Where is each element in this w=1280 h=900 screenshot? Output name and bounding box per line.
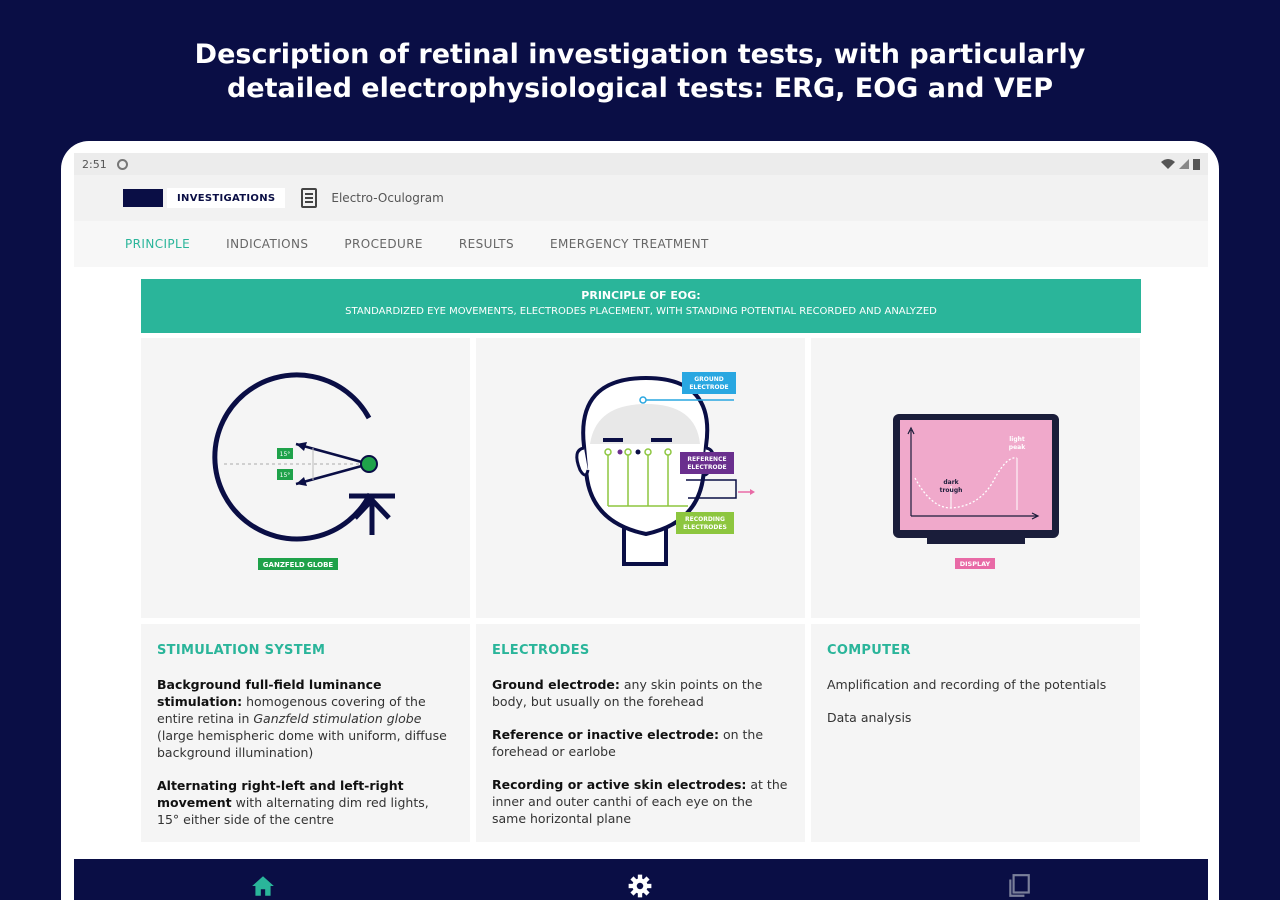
display-diagram: light peak dark trough DISPLAY bbox=[893, 414, 1059, 569]
brand-logo bbox=[123, 189, 163, 207]
tab-principle[interactable]: PRINCIPLE bbox=[125, 237, 190, 251]
stimulation-paragraph-2: Alternating right-left and left-right mo… bbox=[157, 777, 454, 828]
principle-grid: 15° 15° GANZFELD GLOBE GROUND ELECTRODE … bbox=[141, 338, 1141, 842]
tab-indications[interactable]: INDICATIONS bbox=[226, 237, 308, 251]
light-peak-label-1: light bbox=[1009, 436, 1025, 443]
head-diagram: GROUND ELECTRODE REFERENCE ELECTRODE REC… bbox=[575, 372, 755, 566]
signal-icon bbox=[1179, 159, 1189, 169]
document-icon bbox=[301, 188, 318, 208]
ground-label-1: GROUND bbox=[694, 376, 724, 383]
recording-label-2: ELECTRODES bbox=[683, 524, 727, 531]
globe-diagram: 15° 15° GANZFELD GLOBE bbox=[212, 372, 395, 570]
light-peak-label-2: peak bbox=[1009, 444, 1026, 451]
home-icon[interactable] bbox=[250, 873, 276, 899]
battery-icon bbox=[1193, 159, 1200, 170]
globe-caption: GANZFELD GLOBE bbox=[263, 561, 334, 569]
ground-label-2: ELECTRODE bbox=[689, 384, 728, 391]
electrodes-term-1: Ground electrode: bbox=[492, 677, 620, 692]
computer-paragraph-1: Amplification and recording of the poten… bbox=[827, 677, 1107, 692]
reference-label-2: ELECTRODE bbox=[687, 464, 726, 471]
gear-icon[interactable] bbox=[627, 873, 653, 899]
stimulation-italic: Ganzfeld stimulation globe bbox=[253, 711, 422, 726]
stimulation-paragraph-1: Background full-field luminance stimulat… bbox=[157, 676, 454, 761]
headline-line-1: Description of retinal investigation tes… bbox=[194, 39, 1086, 70]
display-illustration: light peak dark trough DISPLAY bbox=[811, 338, 1140, 618]
stimulation-heading: STIMULATION SYSTEM bbox=[157, 643, 326, 658]
app-screen: 2:51 INVESTIGATIONS Electro-Oculogram PR… bbox=[74, 153, 1208, 900]
electrodes-paragraph-2: Reference or inactive electrode: on the … bbox=[492, 726, 789, 760]
tab-emergency-treatment[interactable]: EMERGENCY TREATMENT bbox=[550, 237, 709, 251]
banner-subtitle: STANDARDIZED EYE MOVEMENTS, ELECTRODES P… bbox=[345, 306, 937, 317]
marketing-headline: Description of retinal investigation tes… bbox=[0, 38, 1280, 106]
globe-illustration: 15° 15° GANZFELD GLOBE bbox=[141, 338, 470, 618]
computer-paragraph-2: Data analysis bbox=[827, 710, 912, 725]
tab-bar: PRINCIPLE INDICATIONS PROCEDURE RESULTS … bbox=[74, 221, 1208, 267]
tab-procedure[interactable]: PROCEDURE bbox=[344, 237, 423, 251]
principle-banner: PRINCIPLE OF EOG: STANDARDIZED EYE MOVEM… bbox=[141, 279, 1141, 333]
display-caption: DISPLAY bbox=[960, 560, 991, 568]
electrodes-illustration: GROUND ELECTRODE REFERENCE ELECTRODE REC… bbox=[476, 338, 805, 618]
breadcrumb[interactable]: Electro-Oculogram bbox=[331, 191, 443, 205]
status-bar: 2:51 bbox=[74, 153, 1208, 175]
electrodes-card: ELECTRODES Ground electrode: any skin po… bbox=[476, 624, 805, 842]
recording-label-1: RECORDING bbox=[685, 516, 725, 523]
dark-trough-label-2: trough bbox=[940, 487, 963, 494]
dark-trough-label-1: dark bbox=[943, 479, 959, 486]
electrodes-term-2: Reference or inactive electrode: bbox=[492, 727, 719, 742]
status-time: 2:51 bbox=[82, 157, 107, 171]
electrodes-heading: ELECTRODES bbox=[492, 643, 590, 658]
tab-results[interactable]: RESULTS bbox=[459, 237, 514, 251]
reference-label-1: REFERENCE bbox=[687, 456, 726, 463]
electrodes-paragraph-1: Ground electrode: any skin points on the… bbox=[492, 676, 789, 710]
pages-icon[interactable] bbox=[1006, 873, 1032, 899]
computer-heading: COMPUTER bbox=[827, 643, 911, 658]
wifi-icon bbox=[1161, 158, 1175, 169]
stimulation-text-1b: (large hemispheric dome with uniform, di… bbox=[157, 728, 447, 760]
principle-content: PRINCIPLE OF EOG: STANDARDIZED EYE MOVEM… bbox=[141, 279, 1141, 842]
status-indicators bbox=[1161, 158, 1200, 170]
electrodes-paragraph-3: Recording or active skin electrodes: at … bbox=[492, 776, 789, 827]
tablet-frame: 2:51 INVESTIGATIONS Electro-Oculogram PR… bbox=[61, 141, 1219, 900]
headline-line-2: detailed electrophysiological tests: ERG… bbox=[226, 73, 1054, 104]
electrodes-term-3: Recording or active skin electrodes: bbox=[492, 777, 747, 792]
angle-label-lower: 15° bbox=[280, 472, 291, 479]
banner-title: PRINCIPLE OF EOG: bbox=[581, 289, 701, 302]
angle-label-upper: 15° bbox=[280, 451, 291, 458]
computer-card: COMPUTER Amplification and recording of … bbox=[811, 624, 1140, 842]
bottom-navigation bbox=[74, 859, 1208, 900]
notification-icon bbox=[116, 158, 128, 170]
stimulation-system-card: STIMULATION SYSTEM Background full-field… bbox=[141, 624, 470, 842]
app-bar: INVESTIGATIONS Electro-Oculogram bbox=[74, 175, 1208, 221]
section-chip[interactable]: INVESTIGATIONS bbox=[167, 188, 286, 208]
